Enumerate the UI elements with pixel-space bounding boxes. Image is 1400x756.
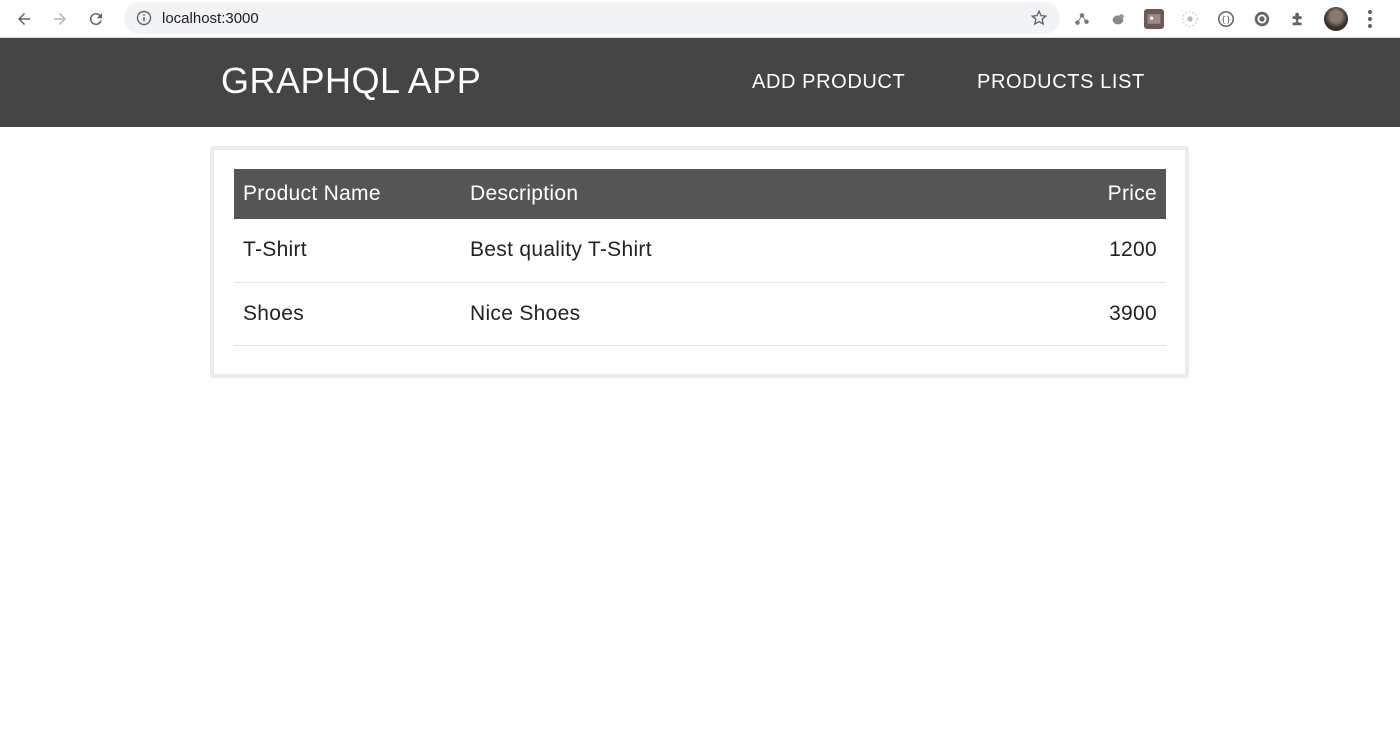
- products-table: Product Name Description Price T-Shirt B…: [234, 169, 1166, 346]
- header-price: Price: [1107, 182, 1157, 205]
- products-card: Product Name Description Price T-Shirt B…: [210, 146, 1189, 378]
- code-extension-icon[interactable]: {}: [1216, 9, 1236, 29]
- photo-extension-icon[interactable]: [1144, 9, 1164, 29]
- cell-description: Nice Shoes: [461, 282, 961, 346]
- cell-price: 1200: [961, 219, 1166, 283]
- address-bar[interactable]: localhost:3000: [124, 2, 1060, 34]
- cell-price: 3900: [961, 282, 1166, 346]
- reload-icon[interactable]: [84, 7, 108, 31]
- profile-avatar[interactable]: [1324, 7, 1348, 31]
- cell-product-name: T-Shirt: [234, 219, 461, 283]
- cell-description: Best quality T-Shirt: [461, 219, 961, 283]
- elephant-extension-icon[interactable]: [1108, 9, 1128, 29]
- back-arrow-icon[interactable]: [12, 7, 36, 31]
- bookmark-star-icon[interactable]: [1030, 9, 1048, 27]
- table-row: T-Shirt Best quality T-Shirt 1200: [234, 219, 1166, 283]
- app-title: GRAPHQL APP: [221, 60, 482, 101]
- table-row: Shoes Nice Shoes 3900: [234, 282, 1166, 346]
- header-product-name: Product Name: [243, 182, 381, 205]
- svg-text:{}: {}: [1221, 14, 1231, 24]
- app-header: GRAPHQL APP ADD PRODUCT PRODUCTS LIST: [0, 38, 1400, 127]
- table-header-row: Product Name Description Price: [234, 169, 1166, 219]
- target-extension-icon[interactable]: [1180, 9, 1200, 29]
- browser-menu-icon[interactable]: [1362, 9, 1378, 29]
- nav-add-product-link[interactable]: ADD PRODUCT: [752, 71, 905, 94]
- cell-product-name: Shoes: [234, 282, 461, 346]
- nav-products-list-link[interactable]: PRODUCTS LIST: [977, 71, 1145, 94]
- extensions-area: {}: [1072, 6, 1378, 32]
- url-text[interactable]: localhost:3000: [162, 10, 259, 27]
- grammar-extension-icon[interactable]: [1252, 9, 1272, 29]
- browser-toolbar: localhost:3000 {}: [0, 0, 1400, 38]
- header-description: Description: [470, 182, 579, 205]
- info-icon[interactable]: [136, 10, 152, 26]
- puzzle-extensions-icon[interactable]: [1288, 9, 1308, 29]
- graph-extension-icon[interactable]: [1072, 9, 1092, 29]
- forward-arrow-icon[interactable]: [48, 7, 72, 31]
